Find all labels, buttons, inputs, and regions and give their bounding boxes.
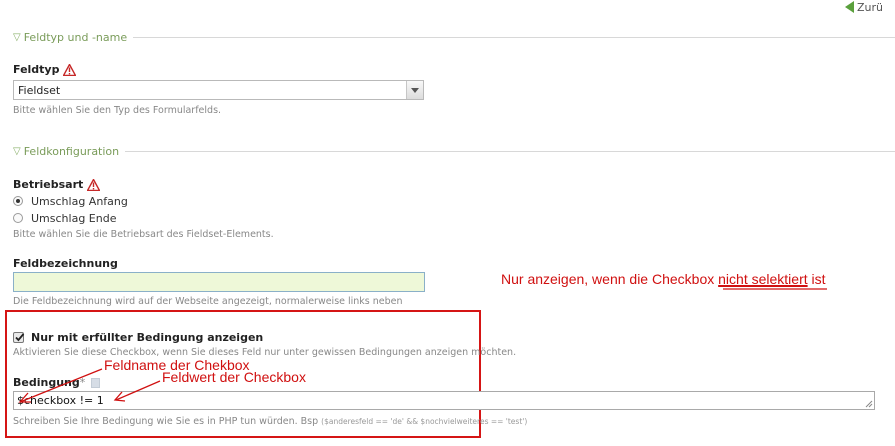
arrow-feldname-head [18, 392, 31, 403]
arrow-feldwert [115, 380, 161, 401]
annotation-arrows [18, 288, 827, 403]
arrow-feldname [19, 368, 103, 403]
